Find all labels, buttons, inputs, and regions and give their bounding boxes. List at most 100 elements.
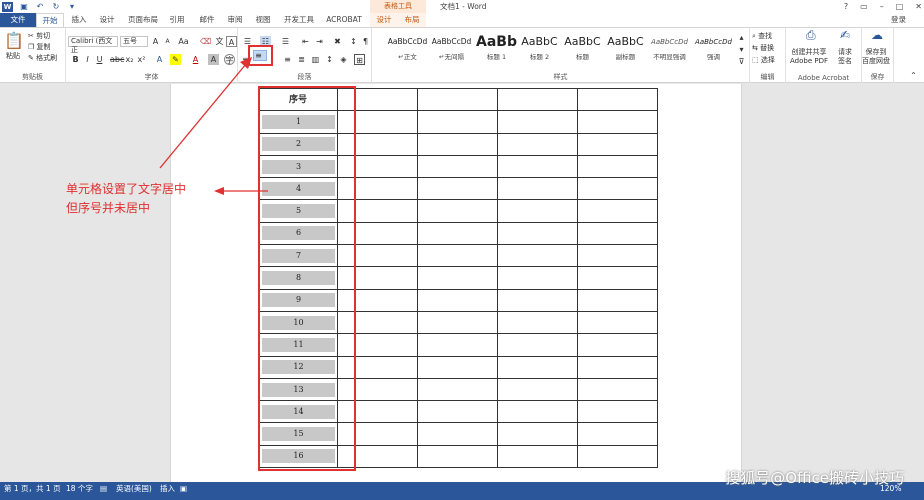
font-size-combo[interactable]: 五号	[120, 36, 148, 47]
table-cell[interactable]: 13	[258, 377, 338, 402]
table-cell[interactable]	[337, 422, 418, 446]
shrink-font-icon[interactable]: A	[162, 36, 173, 47]
table-cell[interactable]	[497, 355, 578, 379]
table-cell[interactable]: 12	[258, 355, 338, 379]
decrease-indent-icon[interactable]: ⇤	[300, 36, 311, 47]
table-cell[interactable]	[417, 154, 498, 179]
char-shading-icon[interactable]: A	[208, 54, 219, 65]
change-case-icon[interactable]: Aa	[178, 36, 189, 47]
maximize-icon[interactable]: □	[896, 0, 904, 13]
request-sign-button[interactable]: 请求 签名	[838, 48, 852, 66]
table-cell[interactable]	[497, 288, 578, 312]
style-emphasis[interactable]: AaBbCcDd 强调	[692, 33, 735, 65]
table-cell[interactable]	[337, 132, 418, 156]
table-cell[interactable]	[417, 288, 498, 312]
table-cell[interactable]	[417, 244, 498, 268]
table-cell[interactable]	[337, 177, 418, 201]
table-cell[interactable]	[497, 310, 578, 335]
tab-insert[interactable]: 插入	[66, 13, 92, 27]
shading-icon[interactable]: ◈	[338, 54, 349, 65]
justify-icon[interactable]: ≣	[296, 54, 307, 65]
table-cell[interactable]	[577, 266, 658, 290]
align-right-icon[interactable]: ≡	[282, 54, 293, 65]
tab-home[interactable]: 开始	[36, 13, 64, 27]
select-button[interactable]: ⬚ 选择	[752, 56, 775, 65]
table-cell[interactable]	[417, 333, 498, 357]
table-cell[interactable]	[497, 400, 578, 424]
table-cell[interactable]	[497, 177, 578, 201]
save-icon[interactable]: ▣	[19, 2, 29, 12]
format-painter-button[interactable]: ✎ 格式刷	[28, 54, 57, 63]
line-spacing-icon[interactable]: ↕	[324, 54, 335, 65]
table-cell[interactable]	[337, 377, 418, 402]
table-cell[interactable]: 14	[258, 400, 338, 424]
table-cell[interactable]	[337, 444, 418, 469]
table-cell[interactable]	[417, 199, 498, 223]
redo-icon[interactable]: ↻	[51, 2, 61, 12]
table-cell[interactable]	[577, 87, 658, 112]
table-cell[interactable]	[417, 177, 498, 201]
table-cell[interactable]: 11	[258, 333, 338, 357]
style-subtle-emphasis[interactable]: AaBbCcDd 不明显强调	[648, 33, 691, 65]
tab-acrobat[interactable]: ACROBAT	[322, 13, 366, 27]
language[interactable]: 英语(美国)	[116, 482, 152, 496]
find-button[interactable]: ⌕ 查找	[752, 32, 772, 41]
minimize-icon[interactable]: –	[880, 0, 884, 13]
table-cell[interactable]: 16	[258, 444, 338, 469]
table-cell[interactable]	[497, 244, 578, 268]
table-cell[interactable]	[337, 355, 418, 379]
strikethrough-icon[interactable]: abc	[110, 54, 124, 65]
table-cell[interactable]	[577, 221, 658, 246]
table-cell[interactable]	[417, 355, 498, 379]
styles-scroll-up-icon[interactable]: ▴	[736, 32, 747, 43]
style-heading-2[interactable]: AaBbC 标题 2	[518, 33, 561, 65]
help-icon[interactable]: ?	[844, 0, 848, 13]
table-cell[interactable]	[577, 444, 658, 469]
table-cell[interactable]	[497, 444, 578, 469]
table-cell[interactable]	[497, 87, 578, 112]
table-cell[interactable]: 15	[258, 422, 338, 446]
close-icon[interactable]: ✕	[915, 0, 922, 13]
login-link[interactable]: 登录	[891, 13, 906, 27]
sort-icon[interactable]: ↕	[348, 36, 359, 47]
table-cell[interactable]	[417, 400, 498, 424]
table-cell[interactable]	[417, 266, 498, 290]
styles-more-icon[interactable]: ⊽	[736, 56, 747, 67]
italic-icon[interactable]: I	[82, 54, 93, 65]
table-cell[interactable]	[577, 154, 658, 179]
ribbon-display-icon[interactable]: ▭	[860, 0, 868, 13]
cut-button[interactable]: ✂ 剪切	[28, 32, 50, 41]
replace-button[interactable]: ⇆ 替换	[752, 44, 774, 53]
enclose-char-icon[interactable]: 字	[224, 54, 235, 65]
table-cell[interactable]	[337, 110, 418, 134]
save-to-baidu-button[interactable]: 保存到 百度网盘	[862, 48, 890, 66]
highlight-icon[interactable]: ✎	[170, 54, 181, 65]
table-cell[interactable]	[337, 154, 418, 179]
table-cell[interactable]: 1	[258, 110, 338, 134]
table-cell[interactable]	[577, 310, 658, 335]
underline-icon[interactable]: U	[94, 54, 105, 65]
style-title[interactable]: AaBbC 标题	[561, 33, 604, 65]
table-cell[interactable]	[337, 266, 418, 290]
table-cell[interactable]	[577, 422, 658, 446]
table-cell[interactable]	[577, 177, 658, 201]
style-subtitle[interactable]: AaBbC 副标题	[604, 33, 647, 65]
proofing-icon[interactable]: ▤	[100, 482, 107, 496]
table-cell[interactable]	[577, 400, 658, 424]
table-cell[interactable]	[417, 221, 498, 246]
subscript-icon[interactable]: x₂	[124, 54, 135, 65]
table-cell[interactable]	[577, 377, 658, 402]
tab-review[interactable]: 审阅	[222, 13, 248, 27]
styles-scroll-down-icon[interactable]: ▾	[736, 44, 747, 55]
table-cell[interactable]: 7	[258, 244, 338, 268]
multilevel-list-icon[interactable]: ☰	[280, 36, 291, 47]
table-cell[interactable]	[337, 244, 418, 268]
table-cell[interactable]	[497, 266, 578, 290]
table-cell[interactable]	[497, 110, 578, 134]
font-name-combo[interactable]: Calibri (西文正	[68, 36, 118, 54]
superscript-icon[interactable]: x²	[136, 54, 147, 65]
clear-format-icon[interactable]: ⌫	[200, 36, 211, 47]
tab-layout[interactable]: 页面布局	[124, 13, 162, 27]
table-cell[interactable]	[577, 132, 658, 156]
table-cell[interactable]	[417, 377, 498, 402]
